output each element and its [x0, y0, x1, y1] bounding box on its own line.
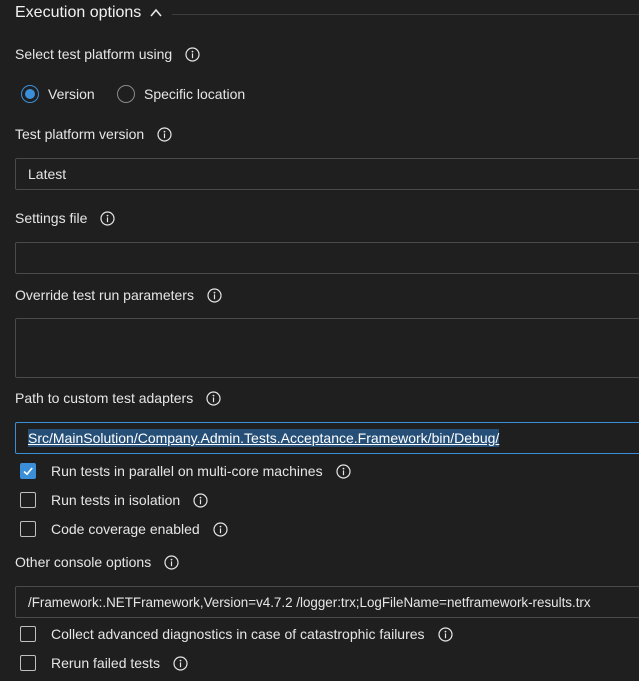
console-label: Other console options — [15, 554, 152, 570]
platform-version-value: Latest — [28, 166, 67, 182]
checkbox-rerun[interactable]: Rerun failed tests — [20, 655, 188, 671]
checkbox[interactable] — [20, 492, 36, 508]
checkbox-code-coverage-label: Code coverage enabled — [51, 521, 200, 537]
checkbox-isolation[interactable]: Run tests in isolation — [20, 492, 208, 508]
info-icon[interactable] — [437, 626, 453, 642]
settings-file-label-row: Settings file — [15, 210, 115, 226]
settings-file-input[interactable] — [15, 242, 639, 274]
chevron-up-icon[interactable] — [149, 6, 163, 20]
info-icon[interactable] — [173, 655, 188, 671]
checkbox[interactable] — [20, 655, 36, 671]
checkbox-diagnostics-label: Collect advanced diagnostics in case of … — [51, 626, 425, 642]
info-icon[interactable] — [193, 492, 208, 508]
section-title: Execution options — [15, 4, 142, 21]
adapters-value: Src/MainSolution/Company.Admin.Tests.Acc… — [28, 429, 500, 447]
info-icon[interactable] — [206, 390, 221, 406]
console-options-value: /Framework:.NETFramework,Version=v4.7.2 … — [28, 594, 591, 610]
platform-version-input[interactable]: Latest — [15, 158, 639, 190]
adapters-label-row: Path to custom test adapters — [15, 390, 221, 406]
settings-file-label: Settings file — [15, 210, 88, 226]
platform-label: Select test platform using — [15, 46, 173, 62]
checkbox-isolation-label: Run tests in isolation — [51, 492, 181, 508]
checkmark-icon — [23, 467, 33, 476]
platform-label-row: Select test platform using — [15, 46, 200, 62]
execution-options-panel: Execution options Select test platform u… — [0, 0, 639, 681]
radio-specific-location[interactable]: Specific location — [117, 85, 245, 103]
platform-version-label-row: Test platform version — [15, 126, 172, 142]
checkbox-parallel[interactable]: Run tests in parallel on multi-core mach… — [20, 463, 351, 479]
section-header[interactable]: Execution options — [15, 4, 163, 22]
radio-version-label: Version — [48, 86, 95, 102]
radio-version[interactable]: Version — [21, 85, 95, 103]
info-icon[interactable] — [157, 126, 172, 142]
checkbox-checked[interactable] — [20, 463, 36, 479]
checkbox-code-coverage[interactable]: Code coverage enabled — [20, 521, 228, 537]
adapters-label: Path to custom test adapters — [15, 390, 194, 406]
info-icon[interactable] — [335, 463, 351, 479]
override-params-label: Override test run parameters — [15, 287, 194, 303]
platform-version-label: Test platform version — [15, 126, 145, 142]
radio-button-selected[interactable] — [21, 85, 39, 103]
info-icon[interactable] — [100, 210, 115, 226]
radio-specific-location-label: Specific location — [144, 86, 246, 102]
checkbox[interactable] — [20, 626, 36, 642]
checkbox[interactable] — [20, 521, 36, 537]
adapters-input[interactable]: Src/MainSolution/Company.Admin.Tests.Acc… — [15, 422, 639, 454]
checkbox-diagnostics[interactable]: Collect advanced diagnostics in case of … — [20, 626, 453, 642]
override-params-textarea[interactable] — [15, 318, 639, 378]
console-label-row: Other console options — [15, 554, 179, 570]
info-icon[interactable] — [213, 521, 228, 537]
console-options-input[interactable]: /Framework:.NETFramework,Version=v4.7.2 … — [15, 586, 639, 618]
radio-button[interactable] — [117, 85, 135, 103]
section-divider — [172, 14, 639, 15]
info-icon[interactable] — [185, 46, 200, 62]
info-icon[interactable] — [164, 554, 179, 570]
checkbox-rerun-label: Rerun failed tests — [51, 655, 160, 671]
override-params-label-row: Override test run parameters — [15, 287, 222, 303]
info-icon[interactable] — [207, 287, 222, 303]
checkbox-parallel-label: Run tests in parallel on multi-core mach… — [51, 463, 323, 479]
